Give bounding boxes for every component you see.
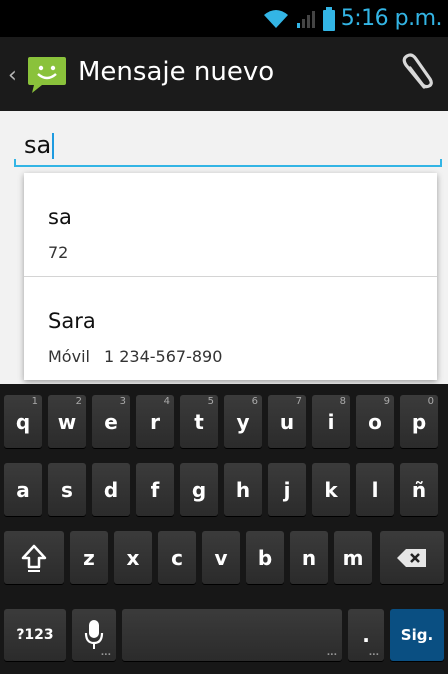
key-label: r [150,409,160,434]
key-label: e [104,409,118,434]
paperclip-icon[interactable] [394,51,434,97]
text-cursor [52,133,55,159]
key-hint: 5 [207,396,214,407]
recipient-input-value: sa [24,131,52,159]
shift-arrow-icon [21,544,47,572]
key-hint: 2 [75,396,82,407]
key-hint: 7 [295,396,302,407]
suggestion-number: 1 234-567-890 [103,347,223,366]
key-label: u [279,409,295,434]
next-key[interactable]: Sig. [390,609,444,661]
suggestion-item[interactable]: Sara Móvil 1 234-567-890 [24,276,437,380]
status-bar: 5:16 p.m. [0,0,448,37]
key-more-dots: ... [100,648,111,658]
soft-keyboard: 1q 2w 3e 4r 5t 6y 7u 8i 9o 0p a s d f g … [0,384,448,674]
key-n[interactable]: n [290,531,328,584]
key-g[interactable]: g [180,463,218,516]
suggestion-name: Sara [48,309,96,333]
key-enye[interactable]: ñ [400,463,438,516]
key-more-dots: ... [326,648,337,658]
key-b[interactable]: b [246,531,284,584]
key-d[interactable]: d [92,463,130,516]
key-u[interactable]: 7u [268,395,306,448]
key-a[interactable]: a [4,463,42,516]
signal-icon [296,10,315,28]
key-t[interactable]: 5t [180,395,218,448]
action-bar: ‹ Mensaje nuevo [0,37,448,111]
key-label: w [57,409,77,434]
key-hint: 8 [339,396,346,407]
compose-area: sa sa 72 Sara Móvil 1 234-567-890 [0,111,448,384]
key-label: i [327,409,335,434]
key-r[interactable]: 4r [136,395,174,448]
key-f[interactable]: f [136,463,174,516]
key-hint: 9 [383,396,390,407]
chevron-left-icon[interactable]: ‹ [8,63,17,88]
key-hint: 1 [31,396,38,407]
key-h[interactable]: h [224,463,262,516]
period-key[interactable]: . ... [348,609,384,661]
key-x[interactable]: x [114,531,152,584]
microphone-icon [84,620,104,649]
key-k[interactable]: k [312,463,350,516]
key-label: o [368,409,382,434]
key-j[interactable]: j [268,463,306,516]
key-l[interactable]: l [356,463,394,516]
key-m[interactable]: m [334,531,372,584]
key-label: p [411,409,427,434]
key-o[interactable]: 9o [356,395,394,448]
status-time: 5:16 p.m. [340,6,443,31]
recipient-input[interactable]: sa [24,131,55,159]
backspace-key[interactable] [380,531,444,584]
wifi-icon [263,9,288,28]
key-v[interactable]: v [202,531,240,584]
input-underline [14,159,442,167]
suggestion-name: sa [48,205,72,229]
key-label: q [15,409,31,434]
key-more-dots: ... [368,648,379,658]
suggestion-detail: 72 [48,243,68,262]
key-label: y [236,409,250,434]
key-p[interactable]: 0p [400,395,438,448]
symbols-key[interactable]: ?123 [4,609,66,661]
key-q[interactable]: 1q [4,395,42,448]
key-hint: 3 [119,396,126,407]
status-icons: 5:16 p.m. [263,0,443,37]
suggestion-detail: Móvil 1 234-567-890 [48,347,222,366]
key-e[interactable]: 3e [92,395,130,448]
key-hint: 0 [427,396,434,407]
key-hint: 4 [163,396,170,407]
suggestion-number: 72 [48,243,69,262]
key-y[interactable]: 6y [224,395,262,448]
mic-key[interactable]: ... [72,609,116,661]
contact-suggestions: sa 72 Sara Móvil 1 234-567-890 [24,173,437,380]
backspace-icon [397,548,426,567]
page-title: Mensaje nuevo [78,57,275,87]
messaging-app-icon[interactable] [24,51,70,97]
battery-icon [322,6,335,31]
key-label: t [194,409,204,434]
space-key[interactable]: ... [122,609,342,661]
key-label: . [362,623,370,647]
key-i[interactable]: 8i [312,395,350,448]
key-s[interactable]: s [48,463,86,516]
key-w[interactable]: 2w [48,395,86,448]
key-z[interactable]: z [70,531,108,584]
suggestion-item[interactable]: sa 72 [24,173,437,276]
shift-key[interactable] [4,531,64,584]
suggestion-phone-type: Móvil [48,347,90,366]
key-hint: 6 [251,396,258,407]
key-c[interactable]: c [158,531,196,584]
